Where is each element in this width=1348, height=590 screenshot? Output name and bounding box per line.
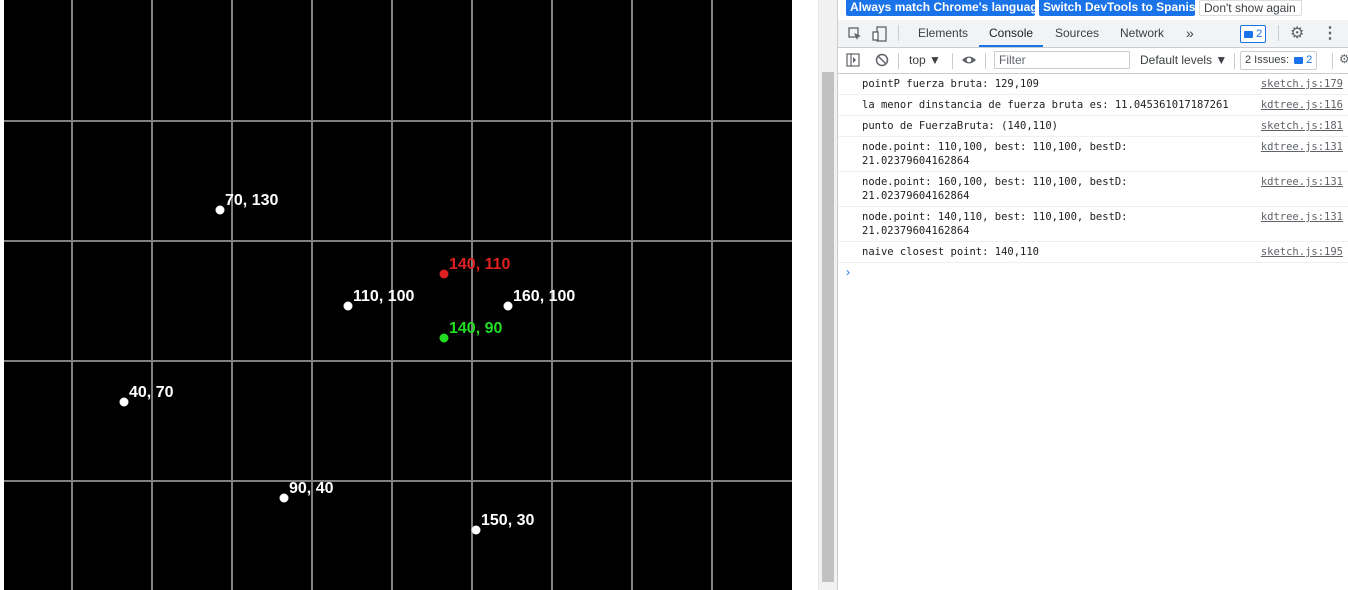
console-message-source-link[interactable]: kdtree.js:131	[1261, 210, 1343, 224]
sketch-svg: 70, 130 140, 110 110, 100 160, 100 140, 90 40…	[4, 0, 792, 590]
tab-elements[interactable]: Elements	[918, 20, 968, 47]
console-message-source-link[interactable]: sketch.js:195	[1261, 245, 1343, 259]
active-tab-indicator	[979, 45, 1043, 47]
console-message-text: pointP fuerza bruta: 129,109	[862, 78, 1040, 90]
console-message: node.point: 160,100, best: 110,100, best…	[838, 172, 1348, 207]
toolbar-separator	[985, 53, 986, 69]
settings-gear-icon[interactable]: ⚙	[1290, 20, 1304, 47]
issues-counter-count: 2	[1306, 54, 1313, 66]
message-icon	[1244, 30, 1253, 38]
point-marker	[471, 525, 481, 535]
point-marker	[439, 333, 449, 343]
toolbar-separator	[898, 53, 899, 69]
switch-devtools-spanish-button[interactable]: Switch DevTools to Spanish	[1039, 0, 1203, 16]
point-label: 140, 110	[449, 256, 511, 273]
tab-network[interactable]: Network	[1120, 20, 1164, 47]
always-match-language-button[interactable]: Always match Chrome's language	[846, 0, 1044, 16]
issues-counter-button[interactable]: 2 Issues: 2	[1240, 51, 1318, 70]
toolbar-separator	[1332, 53, 1333, 69]
point-label: 70, 130	[225, 192, 278, 209]
point-marker	[503, 301, 513, 311]
console-message-text: node.point: 140,110, best: 110,100, best…	[862, 211, 1134, 237]
console-message: naive closest point: 140,110 sketch.js:1…	[838, 242, 1348, 263]
point-label: 150, 30	[481, 512, 534, 529]
devtools-tab-bar: Elements Console Sources Network » 2 ⚙ ⋮	[838, 20, 1348, 48]
live-expression-eye-icon[interactable]	[961, 53, 977, 70]
console-message-text: node.point: 160,100, best: 110,100, best…	[862, 176, 1134, 202]
issues-badge-count: 2	[1256, 28, 1263, 40]
console-message: punto de FuerzaBruta: (140,110) sketch.j…	[838, 116, 1348, 137]
console-message-text: naive closest point: 140,110	[862, 246, 1040, 258]
console-messages: pointP fuerza bruta: 129,109 sketch.js:1…	[838, 74, 1348, 283]
context-selector[interactable]: top ▼	[909, 53, 941, 67]
clear-console-icon[interactable]	[875, 53, 889, 70]
point-marker	[279, 493, 289, 503]
sidebar-toggle-icon[interactable]	[846, 53, 860, 70]
issues-badge[interactable]: 2	[1240, 25, 1267, 43]
message-icon	[1294, 56, 1304, 64]
console-message-source-link[interactable]: kdtree.js:131	[1261, 140, 1343, 154]
console-message-source-link[interactable]: sketch.js:179	[1261, 77, 1343, 91]
console-message-text: node.point: 110,100, best: 110,100, best…	[862, 141, 1134, 167]
page-scrollbar[interactable]	[818, 0, 837, 590]
console-prompt-chevron-icon: ›	[846, 265, 850, 279]
issues-counter-label: 2 Issues:	[1245, 54, 1290, 66]
point-marker	[343, 301, 353, 311]
point-label: 140, 90	[449, 320, 502, 337]
dont-show-again-button[interactable]: Don't show again	[1199, 0, 1302, 16]
console-message-source-link[interactable]: kdtree.js:131	[1261, 175, 1343, 189]
device-toolbar-icon[interactable]	[872, 20, 888, 47]
console-message-text: la menor dinstancia de fuerza bruta es: …	[862, 99, 1229, 111]
points-layer: 70, 130 140, 110 110, 100 160, 100 140, 90 40…	[119, 192, 575, 535]
point-marker	[119, 397, 129, 407]
devtools-panel: Always match Chrome's language Switch De…	[837, 0, 1348, 590]
log-levels-dropdown[interactable]: Default levels ▼	[1140, 53, 1227, 67]
console-message-text: punto de FuerzaBruta: (140,110)	[862, 120, 1058, 132]
more-tabs-chevron-icon[interactable]: »	[1186, 20, 1194, 47]
point-label: 90, 40	[289, 480, 334, 497]
toolbar-separator	[1234, 53, 1235, 69]
language-infobar: Always match Chrome's language Switch De…	[838, 0, 1348, 16]
point-label: 110, 100	[353, 288, 415, 305]
point-marker	[215, 205, 225, 215]
tab-sources[interactable]: Sources	[1055, 20, 1099, 47]
console-message: pointP fuerza bruta: 129,109 sketch.js:1…	[838, 74, 1348, 95]
sketch-canvas[interactable]: 70, 130 140, 110 110, 100 160, 100 140, 90 40…	[4, 0, 792, 590]
point-label: 160, 100	[513, 288, 575, 305]
inspect-element-icon[interactable]	[848, 20, 862, 47]
filter-input[interactable]	[994, 51, 1130, 69]
point-marker	[439, 269, 449, 279]
more-options-kebab-icon[interactable]: ⋮	[1322, 20, 1338, 47]
console-message: la menor dinstancia de fuerza bruta es: …	[838, 95, 1348, 116]
console-prompt-row[interactable]: ›	[838, 263, 1348, 283]
console-message: node.point: 110,100, best: 110,100, best…	[838, 137, 1348, 172]
console-settings-gear-icon[interactable]: ⚙	[1339, 52, 1348, 66]
tab-console[interactable]: Console	[989, 20, 1033, 47]
scrollbar-thumb[interactable]	[822, 72, 834, 582]
console-toolbar: top ▼ Default levels ▼ 2 Issues: 2 ⚙	[838, 48, 1348, 74]
console-message: node.point: 140,110, best: 110,100, best…	[838, 207, 1348, 242]
tab-separator	[1278, 25, 1279, 41]
console-message-source-link[interactable]: kdtree.js:116	[1261, 98, 1343, 112]
console-message-source-link[interactable]: sketch.js:181	[1261, 119, 1343, 133]
tab-separator	[898, 25, 899, 41]
toolbar-separator	[952, 53, 953, 69]
point-label: 40, 70	[129, 384, 174, 401]
